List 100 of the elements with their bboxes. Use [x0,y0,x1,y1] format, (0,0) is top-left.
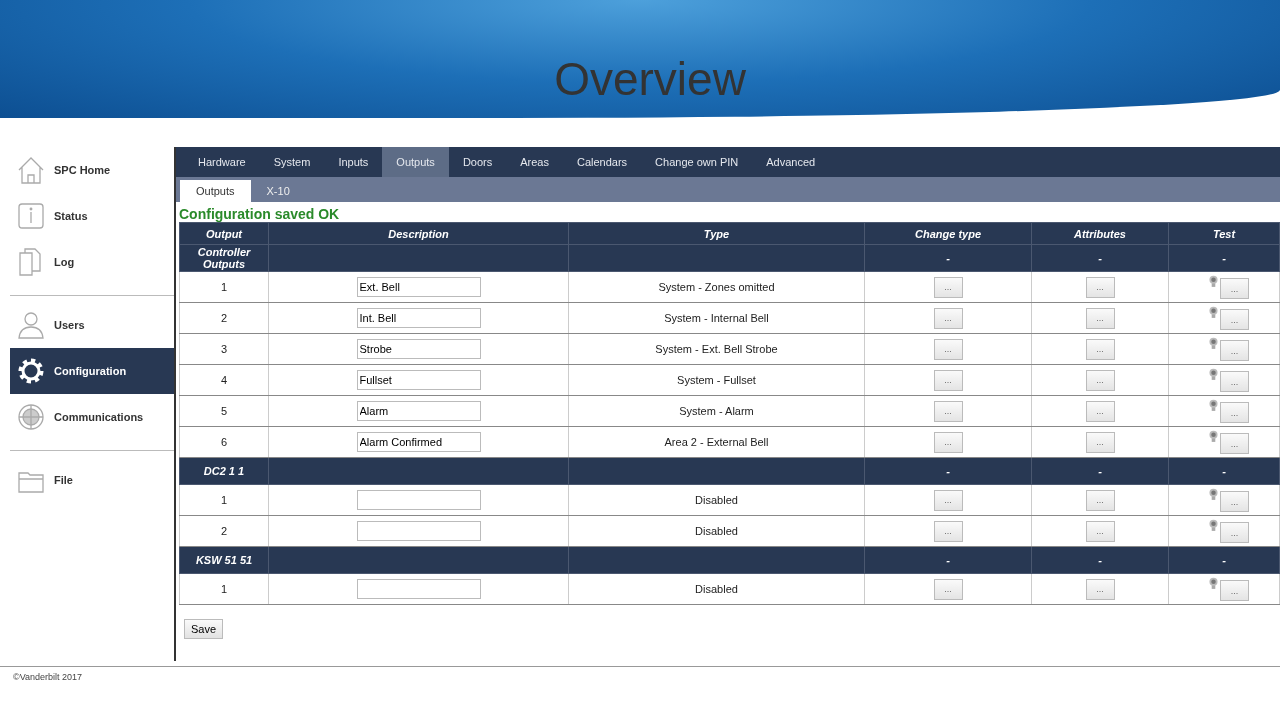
table-cell: - [1168,244,1280,272]
attributes-button[interactable]: ... [1085,338,1115,360]
table-cell: 1 [179,484,269,516]
test-button[interactable]: ... [1220,522,1249,543]
change-type-button[interactable]: ... [933,578,963,600]
tab[interactable]: System [259,147,325,177]
bulb-icon [1209,399,1218,412]
change-type-button[interactable]: ... [933,307,963,329]
column-header: Test [1168,222,1280,245]
table-cell: - [864,546,1032,574]
column-header: Output [179,222,269,245]
subtab[interactable]: X-10 [250,180,306,202]
bulb-icon [1209,488,1218,501]
input-field[interactable]: Int. Bell [356,308,481,328]
change-type-button[interactable]: ... [933,369,963,391]
table-cell: Disabled [568,515,865,547]
table-cell: Area 2 - External Bell [568,426,865,458]
attributes-button[interactable]: ... [1085,520,1115,542]
settings-icon [16,356,46,386]
input-field[interactable]: Ext. Bell [356,277,481,297]
table-cell: 6 [179,426,269,458]
change-type-button[interactable]: ... [933,431,963,453]
column-header: Attributes [1031,222,1169,245]
table-cell: - [1031,457,1169,485]
globe-icon [16,402,46,432]
sidebar-item[interactable]: File [10,457,174,503]
bulb-icon [1209,337,1218,350]
attributes-button[interactable]: ... [1085,489,1115,511]
input-field[interactable]: Fullset [356,370,481,390]
change-type-button[interactable]: ... [933,338,963,360]
group-header-cell: KSW 51 51 [179,546,269,574]
test-button[interactable]: ... [1220,402,1249,423]
table-cell: System - Alarm [568,395,865,427]
tab[interactable]: Change own PIN [641,147,753,177]
table-cell: - [1031,244,1169,272]
sidebar-item[interactable]: Communications [10,394,174,440]
subtab[interactable]: Outputs [180,180,251,202]
tab[interactable]: Areas [506,147,563,177]
table-cell: System - Internal Bell [568,302,865,334]
test-button[interactable]: ... [1220,491,1249,512]
column-header: Description [268,222,569,245]
input-field[interactable] [356,579,481,599]
tab[interactable]: Calendars [562,147,642,177]
tab[interactable]: Doors [448,147,507,177]
bulb-icon [1209,519,1218,532]
attributes-button[interactable]: ... [1085,369,1115,391]
tab[interactable]: Hardware [184,147,260,177]
change-type-button[interactable]: ... [933,489,963,511]
attributes-button[interactable]: ... [1085,431,1115,453]
attributes-button[interactable]: ... [1085,276,1115,298]
test-button[interactable]: ... [1220,580,1249,601]
bulb-icon [1209,368,1218,381]
attributes-button[interactable]: ... [1085,400,1115,422]
bulb-icon [1209,577,1218,590]
table-cell: 3 [179,333,269,365]
group-header-cell: DC2 1 1 [179,457,269,485]
save-button[interactable]: Save [184,619,224,639]
input-field[interactable]: Strobe [356,339,481,359]
table-cell: Disabled [568,573,865,605]
input-field[interactable]: Alarm [356,401,481,421]
table-cell: System - Fullset [568,364,865,396]
table-cell: System - Ext. Bell Strobe [568,333,865,365]
sidebar-item[interactable]: Users [10,302,174,348]
test-button[interactable]: ... [1220,309,1249,330]
user-icon [16,310,46,340]
table-cell: 2 [179,515,269,547]
input-field[interactable]: Alarm Confirmed [356,432,481,452]
copyright-text: ©Vanderbilt 2017 [0,666,1280,687]
page-title: Overview [554,53,746,107]
table-cell: 4 [179,364,269,396]
column-header: Change type [864,222,1032,245]
tab[interactable]: Outputs [382,147,449,177]
test-button[interactable]: ... [1220,340,1249,361]
attributes-button[interactable]: ... [1085,307,1115,329]
table-cell: 1 [179,271,269,303]
sidebar-item[interactable]: Log [10,239,174,285]
table-cell: - [1168,457,1280,485]
test-button[interactable]: ... [1220,433,1249,454]
sidebar-item[interactable]: SPC Home [10,147,174,193]
change-type-button[interactable]: ... [933,400,963,422]
bulb-icon [1209,430,1218,443]
bulb-icon [1209,275,1218,288]
sidebar-item[interactable]: Configuration [10,348,174,394]
test-button[interactable]: ... [1220,278,1249,299]
attributes-button[interactable]: ... [1085,578,1115,600]
table-cell: 2 [179,302,269,334]
status-message: Configuration saved OK [178,205,341,222]
table-cell: System - Zones omitted [568,271,865,303]
tab[interactable]: Inputs [324,147,383,177]
sidebar-item[interactable]: Status [10,193,174,239]
change-type-button[interactable]: ... [933,520,963,542]
tab[interactable]: Advanced [752,147,830,177]
change-type-button[interactable]: ... [933,276,963,298]
column-header: Type [568,222,865,245]
input-field[interactable] [356,490,481,510]
bulb-icon [1209,306,1218,319]
test-button[interactable]: ... [1220,371,1249,392]
table-cell: - [864,457,1032,485]
group-header-cell: Controller Outputs [179,244,269,272]
input-field[interactable] [356,521,481,541]
